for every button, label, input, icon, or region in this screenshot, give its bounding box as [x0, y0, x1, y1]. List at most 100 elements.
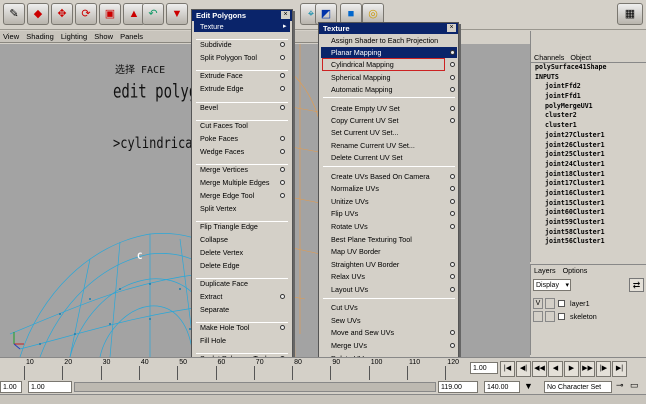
menu-item[interactable]: Split Vertex [200, 204, 236, 213]
menu-item[interactable]: Merge Vertices [200, 165, 248, 174]
menu-item[interactable]: Create Empty UV Set [331, 104, 400, 113]
surface-icon[interactable]: ◆ [27, 3, 49, 25]
menu-item[interactable]: Duplicate Face [200, 279, 248, 288]
menu-item[interactable]: Planar Mapping [331, 48, 381, 57]
menu-item[interactable]: Subdivide [200, 40, 232, 49]
channel-input-item[interactable]: jointFfd2 [545, 82, 646, 92]
menu-item[interactable]: Flip UVs [331, 209, 358, 218]
grid-icon[interactable]: ▦ [617, 3, 643, 25]
character-set-chevron-icon[interactable]: ▼ [524, 381, 533, 391]
mesh-icon[interactable]: ▼ [166, 3, 188, 25]
option-box-icon[interactable] [280, 167, 285, 172]
layer-template-toggle[interactable] [545, 311, 555, 322]
move-icon[interactable]: ✥ [51, 3, 73, 25]
menu-item[interactable]: Assign Shader to Each Projection [331, 36, 438, 45]
option-box-icon[interactable] [280, 42, 285, 47]
layer-mode-select[interactable]: Display ▾ [533, 279, 571, 291]
go-to-end-button[interactable]: ▶| [612, 361, 627, 377]
layer-color-swatch[interactable] [558, 300, 565, 307]
option-box-icon[interactable] [450, 287, 455, 292]
channel-input-item[interactable]: joint18Cluster1 [545, 170, 646, 180]
start-time-field[interactable]: 1.00 [0, 381, 22, 393]
option-box-icon[interactable] [280, 105, 285, 110]
channel-input-item[interactable]: joint58Cluster1 [545, 228, 646, 238]
menu-item[interactable]: Cut Faces Tool [200, 121, 248, 130]
option-box-icon[interactable] [450, 343, 455, 348]
option-box-icon[interactable] [450, 211, 455, 216]
layer-row[interactable]: V layer1 [533, 298, 645, 310]
menu-item[interactable]: Merge UVs [331, 341, 367, 350]
menu-item[interactable]: Collapse [200, 235, 228, 244]
channel-input-item[interactable]: joint15Cluster1 [545, 199, 646, 209]
menu-item[interactable]: Normalize UVs [331, 184, 379, 193]
menu-item[interactable]: Map UV Border [331, 247, 381, 256]
option-box-icon[interactable] [450, 118, 455, 123]
option-box-icon[interactable] [450, 75, 455, 80]
option-box-icon[interactable] [450, 274, 455, 279]
menu-item[interactable]: Poke Faces [200, 134, 238, 143]
menu-item[interactable]: Layout UVs [331, 285, 368, 294]
menu-item[interactable]: Straighten UV Border [331, 260, 399, 269]
channel-input-item[interactable]: joint25Cluster1 [545, 150, 646, 160]
menu-item[interactable]: Separate [200, 305, 229, 314]
play-forward-button[interactable]: ▶ [564, 361, 579, 377]
channel-input-item[interactable]: joint59Cluster1 [545, 218, 646, 228]
curve-icon[interactable]: ✎ [3, 3, 25, 25]
prefs-icon[interactable]: ▭ [630, 380, 639, 391]
menu-item[interactable]: Split Polygon Tool [200, 53, 257, 62]
option-box-icon[interactable] [280, 73, 285, 78]
option-box-icon[interactable] [280, 325, 285, 330]
layer-color-swatch[interactable] [558, 313, 565, 320]
option-box-icon[interactable] [450, 330, 455, 335]
channel-input-item[interactable]: joint27Cluster1 [545, 131, 646, 141]
channel-input-item[interactable]: cluster2 [545, 111, 646, 121]
step-back-button[interactable]: ◀| [516, 361, 531, 377]
menu-item[interactable]: Best Plane Texturing Tool [331, 235, 412, 244]
step-forward-button[interactable]: |▶ [596, 361, 611, 377]
tab-channels[interactable]: Channels [534, 53, 564, 62]
menu-item[interactable]: Sew UVs [331, 316, 361, 325]
option-box-icon[interactable] [280, 193, 285, 198]
menu-item[interactable]: Delete Edge [200, 261, 240, 270]
close-icon[interactable]: × [447, 24, 456, 32]
channel-input-item[interactable]: polyMergeUV1 [545, 102, 646, 112]
step-forward-key-button[interactable]: ▶▶ [580, 361, 595, 377]
layer-name[interactable]: layer1 [570, 299, 590, 308]
option-box-icon[interactable] [280, 149, 285, 154]
channel-input-item[interactable]: jointFfd1 [545, 92, 646, 102]
channel-input-item[interactable]: joint56Cluster1 [545, 237, 646, 247]
menu-lighting[interactable]: Lighting [61, 32, 87, 41]
current-time-field[interactable]: 1.00 [470, 362, 498, 374]
menu-item[interactable]: Automatic Mapping [331, 85, 393, 94]
option-box-icon[interactable] [450, 174, 455, 179]
menu-item[interactable]: Wedge Faces [200, 147, 244, 156]
option-box-icon[interactable] [450, 106, 455, 111]
menu-item[interactable]: Unitize UVs [331, 197, 369, 206]
menu-item[interactable]: Cylindrical Mapping [331, 60, 394, 69]
tab-object[interactable]: Object [570, 53, 591, 62]
menu-item[interactable]: Rename Current UV Set... [331, 141, 415, 150]
option-box-icon[interactable] [450, 262, 455, 267]
option-box-icon[interactable] [450, 224, 455, 229]
playback-start-field[interactable]: 1.00 [28, 381, 72, 393]
menu-item[interactable]: Flip Triangle Edge [200, 222, 258, 231]
go-to-start-button[interactable]: |◀ [500, 361, 515, 377]
menu-item[interactable]: Relax UVs [331, 272, 365, 281]
layer-row[interactable]: skeleton [533, 311, 645, 323]
layer-refresh-icon[interactable]: ⇄ [629, 278, 644, 292]
menu-item[interactable]: Cut UVs [331, 303, 358, 312]
command-line[interactable] [0, 394, 646, 404]
channel-input-item[interactable]: joint24Cluster1 [545, 160, 646, 170]
menu-item[interactable]: Rotate UVs [331, 222, 368, 231]
menu-item[interactable]: Delete Current UV Set [331, 153, 403, 162]
menu-item[interactable]: Extract [200, 292, 222, 301]
channel-input-item[interactable]: cluster1 [545, 121, 646, 131]
channel-input-item[interactable]: joint60Cluster1 [545, 208, 646, 218]
menu-item[interactable]: Move and Sew UVs [331, 328, 394, 337]
character-set-select[interactable]: No Character Set [544, 381, 612, 393]
channel-input-item[interactable]: joint16Cluster1 [545, 189, 646, 199]
menu-item[interactable]: Make Hole Tool [200, 323, 249, 332]
channel-object-name[interactable]: polySurface41Shape [531, 63, 646, 73]
range-slider[interactable] [74, 382, 436, 392]
menu-item[interactable]: Spherical Mapping [331, 73, 391, 82]
